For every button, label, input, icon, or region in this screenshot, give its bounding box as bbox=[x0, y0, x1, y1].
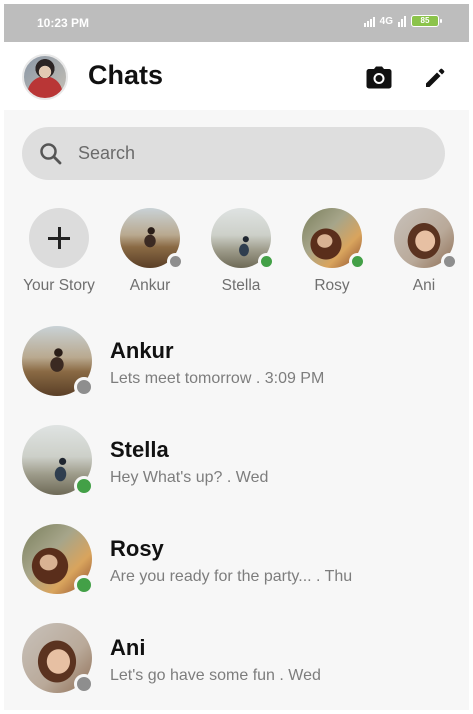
network-type: 4G bbox=[379, 15, 393, 27]
story-label: Ankur bbox=[129, 277, 171, 294]
chat-row-rosy[interactable]: Rosy Are you ready for the party... . Th… bbox=[4, 524, 469, 616]
online-indicator bbox=[74, 575, 94, 595]
story-stella[interactable]: Stella bbox=[201, 208, 281, 295]
offline-indicator bbox=[74, 674, 94, 694]
chat-preview: Let's go have some fun . Wed bbox=[110, 667, 321, 684]
chat-preview: Are you ready for the party... . Thu bbox=[110, 568, 353, 585]
story-your-story[interactable]: Your Story bbox=[19, 208, 99, 295]
add-story-button[interactable] bbox=[29, 208, 89, 268]
page-title: Chats bbox=[88, 60, 164, 90]
search-input[interactable] bbox=[78, 127, 418, 180]
profile-avatar[interactable] bbox=[22, 54, 68, 100]
story-rosy[interactable]: Rosy bbox=[292, 208, 372, 295]
camera-button[interactable] bbox=[365, 64, 393, 92]
chat-name: Stella bbox=[110, 437, 169, 462]
plus-icon bbox=[48, 227, 70, 249]
story-avatar bbox=[302, 208, 366, 270]
chat-row-stella[interactable]: Stella Hey What's up? . Wed bbox=[4, 425, 469, 517]
chat-avatar bbox=[22, 326, 94, 397]
status-time: 10:23 PM bbox=[37, 16, 90, 30]
pencil-icon bbox=[426, 68, 445, 87]
wifi-signal-icon bbox=[363, 16, 375, 27]
app-frame: 10:23 PM 4G 85 Chats Search Your Story A… bbox=[4, 4, 469, 710]
online-indicator bbox=[258, 253, 275, 270]
story-ani[interactable]: Ani bbox=[384, 208, 464, 295]
chat-name: Ankur bbox=[110, 338, 174, 363]
search-bar[interactable] bbox=[22, 127, 445, 180]
story-ankur[interactable]: Ankur bbox=[110, 208, 190, 295]
online-indicator bbox=[74, 476, 94, 496]
chat-preview: Lets meet tomorrow . 3:09 PM bbox=[110, 370, 325, 387]
offline-indicator bbox=[441, 253, 458, 270]
story-avatar bbox=[120, 208, 184, 270]
chat-preview: Hey What's up? . Wed bbox=[110, 469, 269, 486]
app-header: Chats bbox=[4, 42, 469, 110]
chat-row-ani[interactable]: Ani Let's go have some fun . Wed bbox=[4, 623, 469, 710]
status-indicators: 4G 85 bbox=[363, 15, 442, 27]
chat-avatar bbox=[22, 623, 94, 694]
status-bar: 10:23 PM 4G 85 bbox=[4, 4, 469, 42]
offline-indicator bbox=[74, 377, 94, 397]
story-avatar bbox=[394, 208, 458, 270]
story-avatar bbox=[211, 208, 275, 270]
chat-avatar bbox=[22, 425, 94, 496]
offline-indicator bbox=[167, 253, 184, 270]
story-label: Your Story bbox=[23, 277, 95, 294]
chat-avatar bbox=[22, 524, 94, 595]
story-label: Stella bbox=[221, 277, 261, 294]
chat-row-ankur[interactable]: Ankur Lets meet tomorrow . 3:09 PM bbox=[4, 326, 469, 418]
online-indicator bbox=[349, 253, 366, 270]
story-label: Rosy bbox=[314, 277, 350, 294]
battery-icon: 85 bbox=[411, 15, 442, 27]
cell-signal-icon bbox=[398, 15, 406, 27]
compose-button[interactable] bbox=[421, 64, 449, 92]
chat-name: Ani bbox=[110, 635, 146, 660]
story-label: Ani bbox=[412, 277, 436, 294]
camera-icon bbox=[366, 66, 392, 89]
search-icon bbox=[40, 143, 62, 165]
chat-name: Rosy bbox=[110, 536, 164, 561]
